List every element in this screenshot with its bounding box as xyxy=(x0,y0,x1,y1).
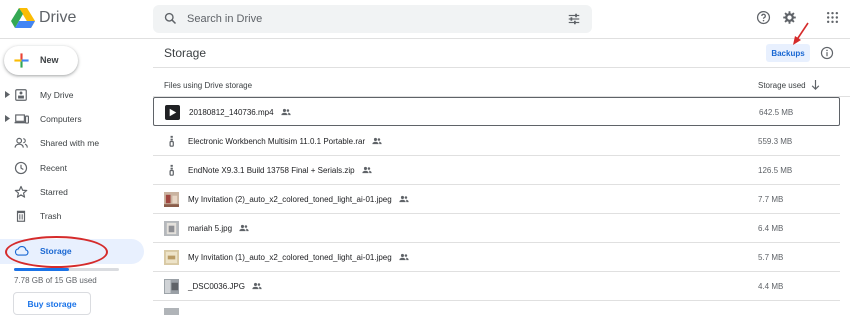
file-name: Electronic Workbench Multisim 11.0.1 Por… xyxy=(188,137,366,146)
file-row[interactable]: EndNote X9.3.1 Build 13758 Final + Seria… xyxy=(153,156,840,185)
annotation-arrow-icon xyxy=(793,22,809,45)
storage-quota-fill xyxy=(14,268,69,271)
search-bar[interactable] xyxy=(153,5,592,33)
file-size: 6.4 MB xyxy=(758,224,784,233)
star-icon xyxy=(14,185,28,198)
sidebar-item-trash[interactable]: Trash xyxy=(0,205,145,227)
file-row[interactable]: Electronic Workbench Multisim 11.0.1 Por… xyxy=(153,127,840,156)
storage-quota-text: 7.78 GB of 15 GB used xyxy=(14,276,97,285)
file-name: EndNote X9.3.1 Build 13758 Final + Seria… xyxy=(188,166,355,175)
shared-people-icon xyxy=(281,108,291,116)
image-thumbnail xyxy=(164,279,179,294)
file-name: My Invitation (2)_auto_x2_colored_toned_… xyxy=(188,195,392,204)
search-input[interactable] xyxy=(187,5,547,33)
archive-file-icon xyxy=(169,135,174,147)
sidebar-item-label: My Drive xyxy=(40,90,74,100)
sidebar-item-label: Trash xyxy=(40,211,62,221)
file-row-partial[interactable] xyxy=(153,301,840,315)
shared-people-icon xyxy=(399,195,409,203)
video-file-icon xyxy=(165,105,180,120)
file-size: 559.3 MB xyxy=(758,137,793,146)
apps-grid-icon[interactable] xyxy=(826,11,839,24)
computer-icon xyxy=(14,114,29,124)
plus-icon xyxy=(14,53,29,68)
column-header-files: Files using Drive storage xyxy=(164,81,253,90)
shared-people-icon xyxy=(399,253,409,261)
file-row[interactable]: My Invitation (1)_auto_x2_colored_toned_… xyxy=(153,243,840,272)
caret-right-icon[interactable] xyxy=(5,115,10,122)
shared-people-icon xyxy=(372,137,382,145)
column-header-storage-used[interactable]: Storage used xyxy=(758,81,806,90)
storage-quota-bar xyxy=(14,268,119,271)
sort-down-arrow-icon[interactable] xyxy=(811,80,820,90)
file-size: 7.7 MB xyxy=(758,195,784,204)
shared-people-icon xyxy=(239,224,249,232)
drive-window: Drive Search in Drive New My Drive Compu… xyxy=(0,0,850,315)
image-thumbnail xyxy=(164,250,179,265)
sidebar-item-starred[interactable]: Starred xyxy=(0,181,145,203)
info-icon[interactable] xyxy=(820,46,834,60)
app-name[interactable]: Drive xyxy=(39,9,76,27)
file-size: 4.4 MB xyxy=(758,282,784,291)
trash-icon xyxy=(16,210,26,222)
new-button[interactable]: New xyxy=(4,46,78,75)
shared-people-icon xyxy=(362,166,372,174)
file-row[interactable]: 20180812_140736.mp4 642.5 MB xyxy=(153,97,840,126)
search-icon[interactable] xyxy=(163,11,178,26)
sidebar-item-shared-with-me[interactable]: Shared with me xyxy=(0,132,145,154)
page-title: Storage xyxy=(164,46,207,60)
sidebar-item-label: Starred xyxy=(40,187,68,197)
tune-icon[interactable] xyxy=(567,12,581,26)
file-name: mariah 5.jpg xyxy=(188,224,233,233)
file-row[interactable]: My Invitation (2)_auto_x2_colored_toned_… xyxy=(153,185,840,214)
sidebar-item-label: Computers xyxy=(40,114,82,124)
file-name: 20180812_140736.mp4 xyxy=(189,108,274,117)
new-button-label: New xyxy=(40,55,59,65)
image-thumbnail xyxy=(164,221,179,236)
file-name: _DSC0036.JPG xyxy=(188,282,245,291)
file-size: 642.5 MB xyxy=(759,108,794,117)
caret-right-icon[interactable] xyxy=(5,91,10,98)
sidebar-item-label: Shared with me xyxy=(40,138,100,148)
my-drive-icon xyxy=(15,89,27,101)
drive-logo-icon[interactable] xyxy=(11,8,35,28)
file-row[interactable]: mariah 5.jpg 6.4 MB xyxy=(153,214,840,243)
header-divider xyxy=(0,38,850,39)
annotation-ellipse xyxy=(5,236,108,268)
archive-file-icon xyxy=(169,164,174,176)
top-bar: Drive xyxy=(0,0,850,38)
clock-icon xyxy=(14,161,28,175)
sidebar-item-my-drive[interactable]: My Drive xyxy=(0,84,145,106)
title-divider xyxy=(153,67,850,68)
file-name: My Invitation (1)_auto_x2_colored_toned_… xyxy=(188,253,392,262)
sidebar-item-recent[interactable]: Recent xyxy=(0,157,145,179)
people-icon xyxy=(14,137,28,148)
image-thumbnail xyxy=(164,192,179,207)
image-thumbnail xyxy=(164,308,179,315)
backups-button[interactable]: Backups xyxy=(766,44,810,62)
buy-storage-button[interactable]: Buy storage xyxy=(13,292,91,315)
file-row[interactable]: _DSC0036.JPG 4.4 MB xyxy=(153,272,840,301)
shared-people-icon xyxy=(252,282,262,290)
sidebar-item-label: Recent xyxy=(40,163,67,173)
file-size: 126.5 MB xyxy=(758,166,793,175)
file-size: 5.7 MB xyxy=(758,253,784,262)
help-icon[interactable] xyxy=(756,10,771,25)
sidebar-item-computers[interactable]: Computers xyxy=(0,108,145,130)
